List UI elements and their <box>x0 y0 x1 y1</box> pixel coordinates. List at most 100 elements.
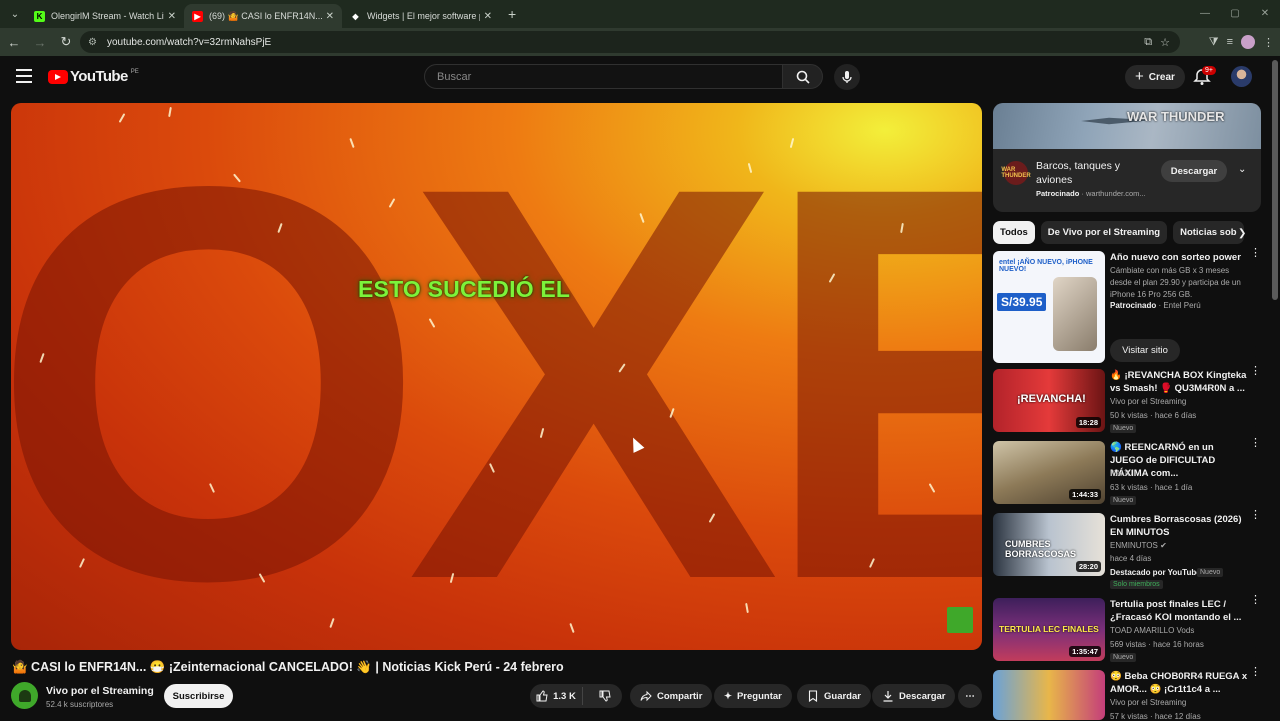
profile-avatar[interactable] <box>1241 35 1255 49</box>
video-title[interactable]: 🔥 ¡REVANCHA BOX Kingteka vs Smash! 🥊 QU3… <box>1110 369 1248 395</box>
more-vertical-icon[interactable]: ⋮ <box>1250 366 1261 377</box>
more-vertical-icon[interactable]: ⋮ <box>1250 667 1261 678</box>
channel-name[interactable]: KAIJU <box>1110 469 1133 478</box>
bookmark-icon <box>808 690 818 702</box>
visit-site-button[interactable]: Visitar sitio <box>1110 339 1180 362</box>
video-thumbnail[interactable]: TERTULIA LEC FINALES 1:35:47 <box>993 598 1105 661</box>
forward-icon[interactable]: → <box>28 30 52 54</box>
chevron-down-icon[interactable]: ⌄ <box>1238 164 1246 175</box>
ad-banner-text: WAR THUNDER <box>1127 109 1225 124</box>
list-item[interactable]: 1:44:33 🌎 REENCARNÓ en un JUEGO de DIFIC… <box>993 438 1261 505</box>
more-vertical-icon[interactable]: ⋮ <box>1250 595 1261 606</box>
ask-button[interactable]: ✦ Preguntar <box>714 684 792 708</box>
create-button[interactable]: + Crear <box>1125 65 1185 89</box>
download-button[interactable]: Descargar <box>872 684 956 708</box>
reading-list-icon[interactable]: ≡ <box>1227 36 1233 48</box>
country-code: PE <box>130 68 139 75</box>
subscribe-button[interactable]: Suscribirse <box>164 684 233 708</box>
list-item[interactable]: CUMBRES BORRASCOSAS 28:20 Cumbres Borras… <box>993 510 1261 591</box>
url-text: youtube.com/watch?v=32rmNahsPjE <box>106 36 272 48</box>
list-item[interactable]: 😳 Beba CHOB0RR4 RUEGA x AMOR... 😳 ¡Cr1t1… <box>993 667 1261 721</box>
chip-from-channel[interactable]: De Vivo por el Streaming <box>1040 221 1168 244</box>
thumbnail-text: CUMBRES BORRASCOSAS <box>1005 539 1077 559</box>
browser-tab-1[interactable]: K OlengirlM Stream - Watch Live ✕ <box>26 4 184 28</box>
tab-title: Widgets | El mejor software pa <box>367 11 480 21</box>
search-input[interactable]: Buscar <box>424 64 783 89</box>
notification-count-badge: 9+ <box>1202 66 1216 75</box>
reload-icon[interactable]: ↻ <box>54 30 78 54</box>
video-title[interactable]: Cumbres Borrascosas (2026) EN MINUTOS <box>1110 513 1248 539</box>
more-actions-button[interactable]: ⋯ <box>958 684 982 708</box>
ad-banner-image[interactable]: WAR THUNDER <box>993 103 1261 149</box>
chevron-right-icon[interactable]: ❯ <box>1238 228 1246 239</box>
video-title[interactable]: Tertulia post finales LEC / ¿Fracasó KOI… <box>1110 598 1248 624</box>
channel-watermark-icon[interactable] <box>947 607 973 633</box>
like-dislike-group: 1.3 K <box>530 684 622 708</box>
maximize-icon[interactable]: ▢ <box>1220 0 1250 26</box>
thumbnail-text: ¡REVANCHA! <box>1017 393 1086 405</box>
menu-icon[interactable] <box>16 69 32 83</box>
video-thumbnail[interactable]: ¡REVANCHA! 18:28 <box>993 369 1105 432</box>
site-info-icon[interactable]: ⚙ <box>88 37 97 48</box>
featured-label: Destacado por YouTube <box>1110 568 1201 577</box>
voice-search-button[interactable] <box>834 64 860 90</box>
list-item[interactable]: ¡REVANCHA! 18:28 🔥 ¡REVANCHA BOX Kingtek… <box>993 366 1261 433</box>
browser-tab-bar: ⌄ K OlengirlM Stream - Watch Live ✕ ▶ (6… <box>0 0 1280 28</box>
duration-badge: 1:35:47 <box>1069 646 1101 657</box>
channel-name[interactable]: Vivo por el Streaming <box>1110 397 1186 406</box>
close-window-icon[interactable]: ✕ <box>1250 0 1280 26</box>
more-vertical-icon[interactable]: ⋮ <box>1250 248 1261 259</box>
search-icon <box>796 70 810 84</box>
channel-name[interactable]: Vivo por el Streaming <box>46 685 154 697</box>
new-tab-button[interactable]: + <box>508 6 516 22</box>
video-thumbnail[interactable]: CUMBRES BORRASCOSAS 28:20 <box>993 513 1105 576</box>
chip-news[interactable]: Noticias sob <box>1173 221 1244 244</box>
channel-avatar[interactable] <box>11 682 38 709</box>
account-avatar[interactable] <box>1231 66 1252 87</box>
ad-thumbnail[interactable]: entel ¡AÑO NUEVO, iPHONE NUEVO! S/39.95 <box>993 251 1105 363</box>
more-vertical-icon[interactable]: ⋮ <box>1250 438 1261 449</box>
dislike-button[interactable] <box>588 690 622 702</box>
channel-name[interactable]: Vivo por el Streaming <box>1110 698 1186 707</box>
channel-name[interactable]: TOAD AMARILLO Vods <box>1110 626 1194 635</box>
search-button[interactable] <box>782 64 823 89</box>
video-meta: hace 4 días <box>1110 554 1152 563</box>
new-badge: Nuevo <box>1110 496 1137 505</box>
back-icon[interactable]: ← <box>2 30 26 54</box>
close-tab-icon[interactable]: ✕ <box>168 11 176 22</box>
sidebar-ad-entel[interactable]: entel ¡AÑO NUEVO, iPHONE NUEVO! S/39.95 … <box>993 248 1261 366</box>
browser-menu-icon[interactable]: ⋮ <box>1263 36 1274 49</box>
more-vertical-icon[interactable]: ⋮ <box>1250 510 1261 521</box>
browser-tab-2[interactable]: ▶ (69) 🤷 CASI lo ENFR14N... 😷 ✕ <box>184 4 342 28</box>
sparkle-icon: ✦ <box>724 690 732 702</box>
minimize-icon[interactable]: — <box>1190 0 1220 26</box>
new-badge: Nuevo <box>1110 424 1137 433</box>
channel-name[interactable]: ENMINUTOS ✔ <box>1110 541 1167 550</box>
save-button[interactable]: Guardar <box>797 684 871 708</box>
youtube-logo[interactable]: YouTube PE <box>48 68 139 85</box>
tab-title: OlengirlM Stream - Watch Live <box>51 11 164 21</box>
create-label: Crear <box>1148 71 1175 83</box>
kick-favicon-icon: K <box>34 10 45 22</box>
video-title[interactable]: 😳 Beba CHOB0RR4 RUEGA x AMOR... 😳 ¡Cr1t1… <box>1110 670 1248 696</box>
sidebar-ad-card[interactable]: WAR THUNDER WAR THUNDER Barcos, tanques … <box>993 103 1261 212</box>
browser-tab-3[interactable]: ◆ Widgets | El mejor software pa ✕ <box>342 4 500 28</box>
ad-download-button[interactable]: Descargar <box>1161 160 1227 182</box>
video-thumbnail[interactable] <box>993 670 1105 720</box>
video-thumbnail[interactable]: 1:44:33 <box>993 441 1105 504</box>
chip-todos[interactable]: Todos <box>993 221 1035 244</box>
page-scrollbar[interactable] <box>1272 60 1278 300</box>
like-button[interactable]: 1.3 K <box>530 687 583 705</box>
bookmark-star-icon[interactable]: ☆ <box>1160 36 1170 49</box>
close-tab-icon[interactable]: ✕ <box>484 11 492 22</box>
close-tab-icon[interactable]: ✕ <box>326 11 334 22</box>
ad-title[interactable]: Año nuevo con sorteo power <box>1110 251 1248 264</box>
video-player[interactable]: OXE ESTO SUCEDIÓ EL <box>11 103 982 650</box>
share-button[interactable]: Compartir <box>630 684 713 708</box>
microphone-icon <box>842 71 852 83</box>
install-app-icon[interactable]: ⧉ <box>1144 36 1152 49</box>
tab-search-dropdown-icon[interactable]: ⌄ <box>4 4 26 24</box>
address-bar[interactable]: ⚙ youtube.com/watch?v=32rmNahsPjE ⧉ ☆ <box>80 31 1180 53</box>
extensions-icon[interactable]: ⧩ <box>1209 36 1219 49</box>
list-item[interactable]: TERTULIA LEC FINALES 1:35:47 Tertulia po… <box>993 595 1261 662</box>
